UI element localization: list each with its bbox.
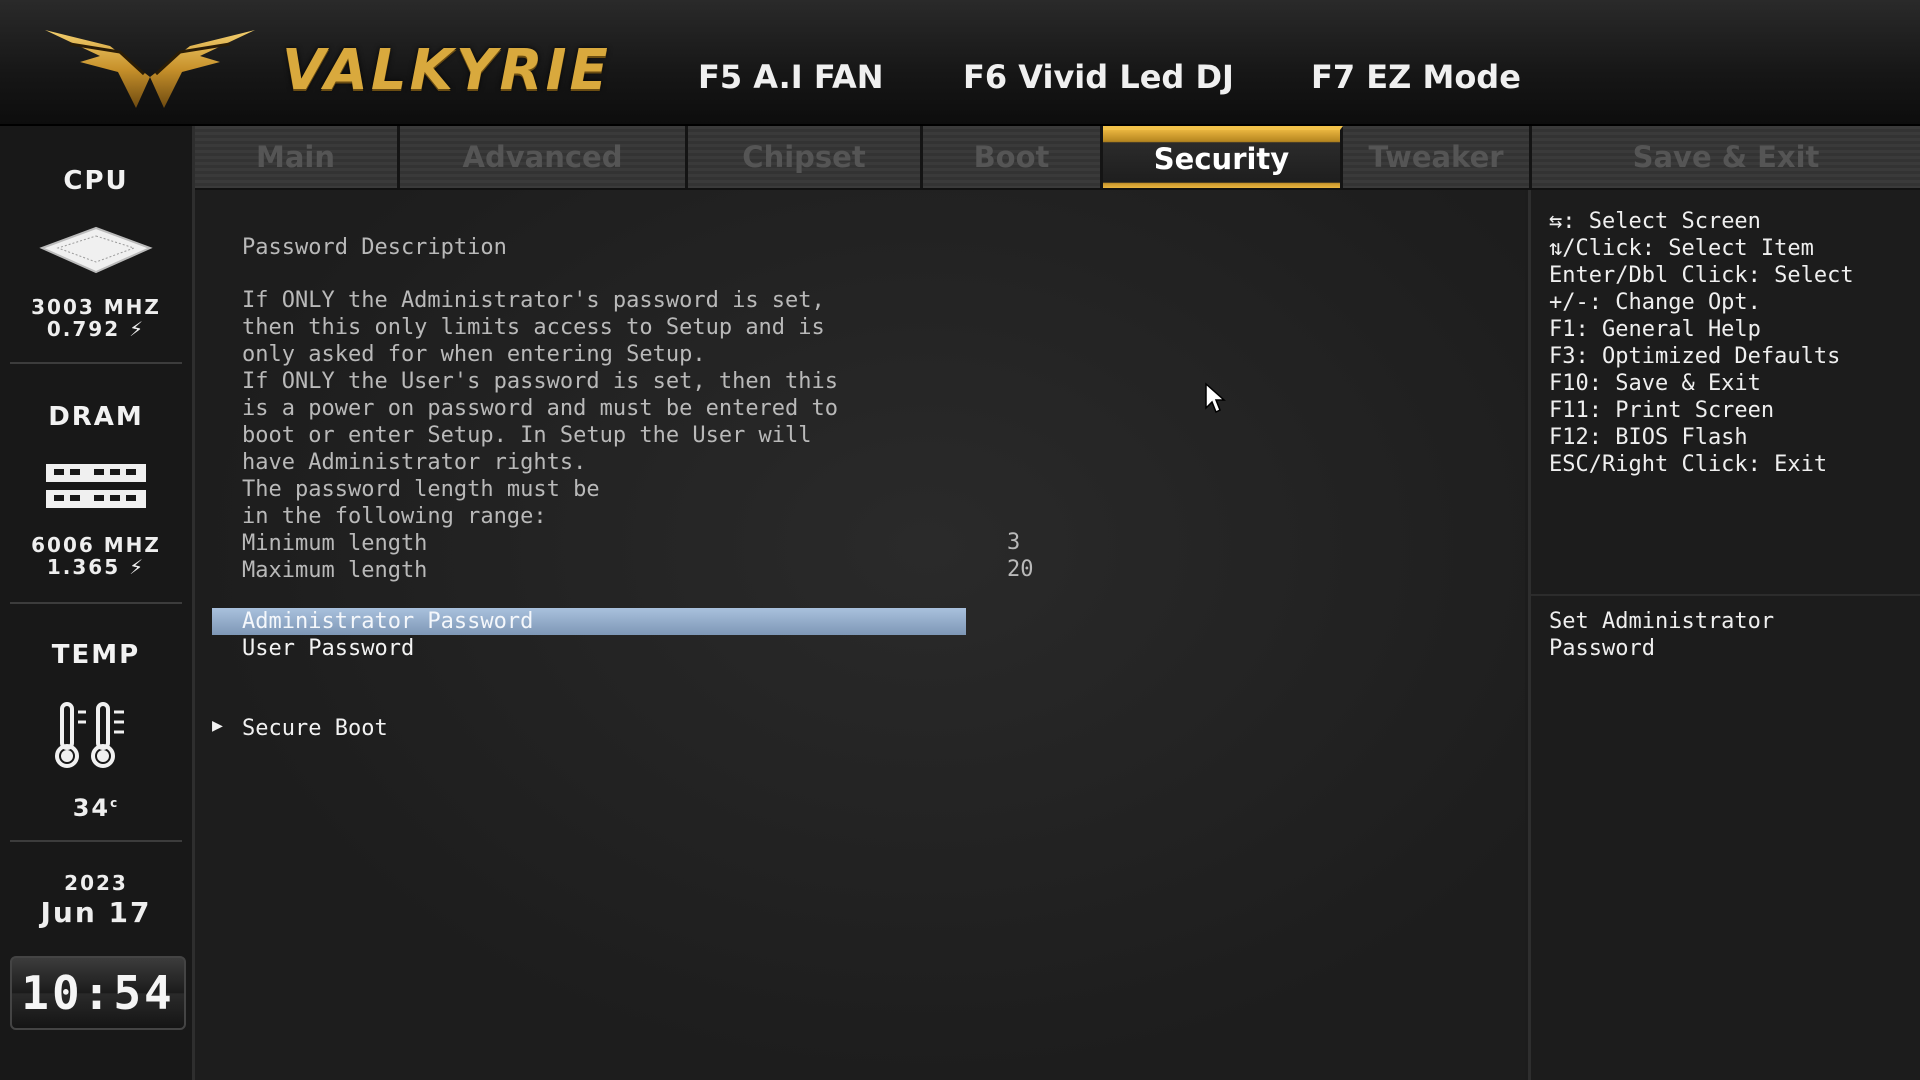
- description-line: If ONLY the User's password is set, then…: [242, 369, 839, 394]
- cpu-label: CPU: [63, 166, 129, 196]
- description-line: is a power on password and must be enter…: [242, 396, 839, 421]
- help-key-line: ESC/Right Click: Exit: [1549, 452, 1828, 477]
- description-line: only asked for when entering Setup.: [242, 342, 706, 367]
- voltage-bolt-icon: ⚡: [129, 555, 146, 579]
- help-key-line: F12: BIOS Flash: [1549, 425, 1748, 450]
- cpu-chip-icon: [39, 226, 153, 274]
- tab-advanced[interactable]: Advanced: [400, 126, 688, 188]
- tab-bar: Main Advanced Chipset Boot Security Twea…: [194, 126, 1920, 190]
- password-description-title: Password Description: [242, 235, 507, 260]
- ez-mode-hotkey[interactable]: F7 EZ Mode: [1311, 58, 1521, 96]
- tab-boot[interactable]: Boot: [923, 126, 1103, 188]
- vivid-led-dj-hotkey[interactable]: F6 Vivid Led DJ: [963, 58, 1234, 96]
- description-line: If ONLY the Administrator's password is …: [242, 288, 825, 313]
- sidebar-divider: [10, 840, 182, 842]
- help-key-line: ⇆: Select Screen: [1549, 209, 1761, 234]
- help-key-line: ⇅/Click: Select Item: [1549, 236, 1814, 261]
- left-right-arrows-icon: ⇆: [1549, 209, 1563, 234]
- help-panel: ⇆: Select Screen ⇅/Click: Select Item En…: [1528, 190, 1920, 1080]
- tab-main[interactable]: Main: [194, 126, 400, 188]
- status-sidebar: CPU 3003 MHZ 0.792 ⚡ DRAM 6006 MHZ 1.365…: [0, 126, 195, 1080]
- date-month-day: Jun 17: [40, 896, 152, 929]
- dram-module-icon: [46, 464, 146, 508]
- tab-security[interactable]: Security: [1103, 126, 1343, 188]
- security-settings-panel: Password Description If ONLY the Adminis…: [195, 190, 1525, 1080]
- thermometer-icon: [55, 702, 124, 768]
- secure-boot-item[interactable]: Secure Boot: [242, 715, 388, 742]
- sidebar-divider: [10, 362, 182, 364]
- ai-fan-hotkey[interactable]: F5 A.I FAN: [698, 58, 884, 96]
- tab-tweaker[interactable]: Tweaker: [1343, 126, 1532, 188]
- help-key-line: +/-: Change Opt.: [1549, 290, 1761, 315]
- item-help-text: Password: [1549, 636, 1655, 661]
- cpu-voltage: 0.792 ⚡: [46, 317, 146, 341]
- sidebar-divider: [10, 602, 182, 604]
- dram-frequency: 6006 MHZ: [31, 533, 161, 557]
- help-key-line: F11: Print Screen: [1549, 398, 1775, 423]
- help-key-line: F3: Optimized Defaults: [1549, 344, 1841, 369]
- submenu-arrow-icon: ▶: [212, 715, 223, 736]
- maximum-length-value: 20: [1007, 557, 1034, 582]
- up-down-arrows-icon: ⇅: [1549, 236, 1563, 261]
- help-key-line: F10: Save & Exit: [1549, 371, 1761, 396]
- clock-display: 10:54: [10, 956, 186, 1030]
- help-key-line: Enter/Dbl Click: Select: [1549, 263, 1854, 288]
- description-line: The password length must be: [242, 477, 600, 502]
- tab-chipset[interactable]: Chipset: [688, 126, 923, 188]
- description-line: boot or enter Setup. In Setup the User w…: [242, 423, 812, 448]
- brand-name: VALKYRIE: [282, 38, 611, 103]
- user-password-item[interactable]: User Password: [242, 635, 414, 662]
- mouse-cursor-icon: [1205, 382, 1226, 414]
- temp-label: TEMP: [51, 640, 141, 670]
- cpu-frequency: 3003 MHZ: [31, 295, 161, 319]
- header-bar: VALKYRIE F5 A.I FAN F6 Vivid Led DJ F7 E…: [0, 0, 1920, 126]
- temperature-value: 34c: [72, 794, 120, 822]
- item-help-text: Set Administrator: [1549, 609, 1775, 634]
- valkyrie-wings-logo-icon: [45, 30, 255, 108]
- tab-save-exit[interactable]: Save & Exit: [1532, 126, 1920, 188]
- voltage-bolt-icon: ⚡: [129, 317, 146, 341]
- administrator-password-item[interactable]: Administrator Password: [212, 608, 966, 635]
- help-divider: [1531, 594, 1920, 596]
- description-line: in the following range:: [242, 504, 547, 529]
- administrator-password-label: Administrator Password: [242, 609, 534, 634]
- help-key-line: F1: General Help: [1549, 317, 1761, 342]
- maximum-length-label: Maximum length: [242, 558, 428, 583]
- dram-label: DRAM: [48, 402, 144, 432]
- description-line: have Administrator rights.: [242, 450, 587, 475]
- description-line: then this only limits access to Setup an…: [242, 315, 825, 340]
- date-year: 2023: [64, 871, 128, 895]
- minimum-length-value: 3: [1007, 530, 1021, 555]
- minimum-length-label: Minimum length: [242, 531, 428, 556]
- dram-voltage: 1.365 ⚡: [46, 555, 146, 579]
